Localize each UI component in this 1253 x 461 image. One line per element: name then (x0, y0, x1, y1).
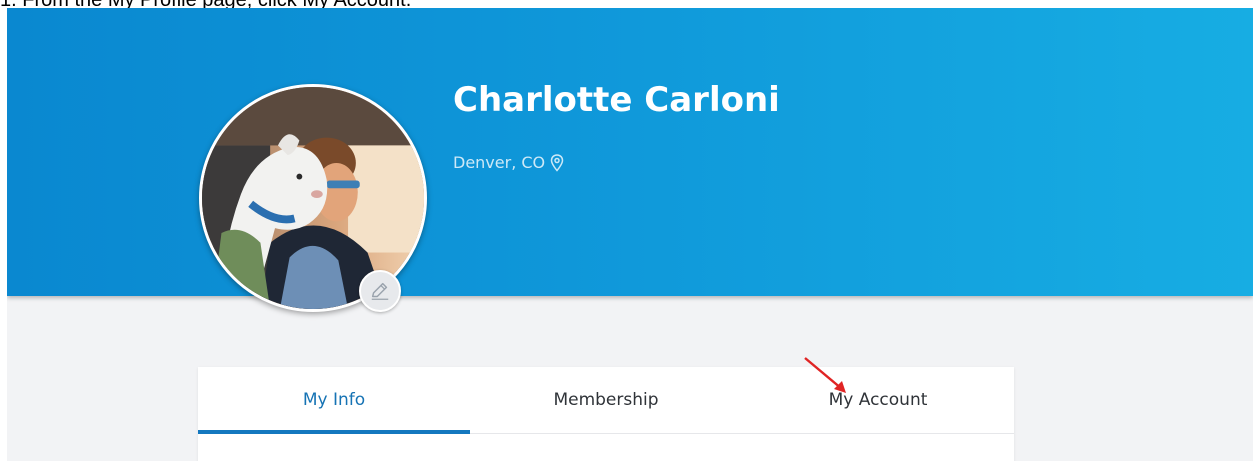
profile-tabs: My Info Membership My Account (198, 367, 1014, 434)
location-text: Denver, CO (453, 153, 546, 172)
tab-label: Membership (553, 390, 659, 410)
tab-label: My Info (302, 390, 366, 410)
pencil-icon (371, 282, 389, 300)
tab-my-account[interactable]: My Account (742, 367, 1014, 433)
tab-my-info[interactable]: My Info (198, 367, 470, 434)
profile-page: Charlotte Carloni Denver, CO My Info Mem… (7, 8, 1253, 461)
profile-location: Denver, CO (453, 153, 564, 172)
annotation-arrow (804, 357, 846, 393)
profile-banner (7, 8, 1253, 296)
profile-tabs-card: My Info Membership My Account (198, 367, 1014, 461)
profile-name: Charlotte Carloni (453, 80, 780, 120)
tab-membership[interactable]: Membership (470, 367, 742, 433)
edit-photo-button[interactable] (359, 270, 401, 312)
map-pin-icon (550, 153, 564, 172)
